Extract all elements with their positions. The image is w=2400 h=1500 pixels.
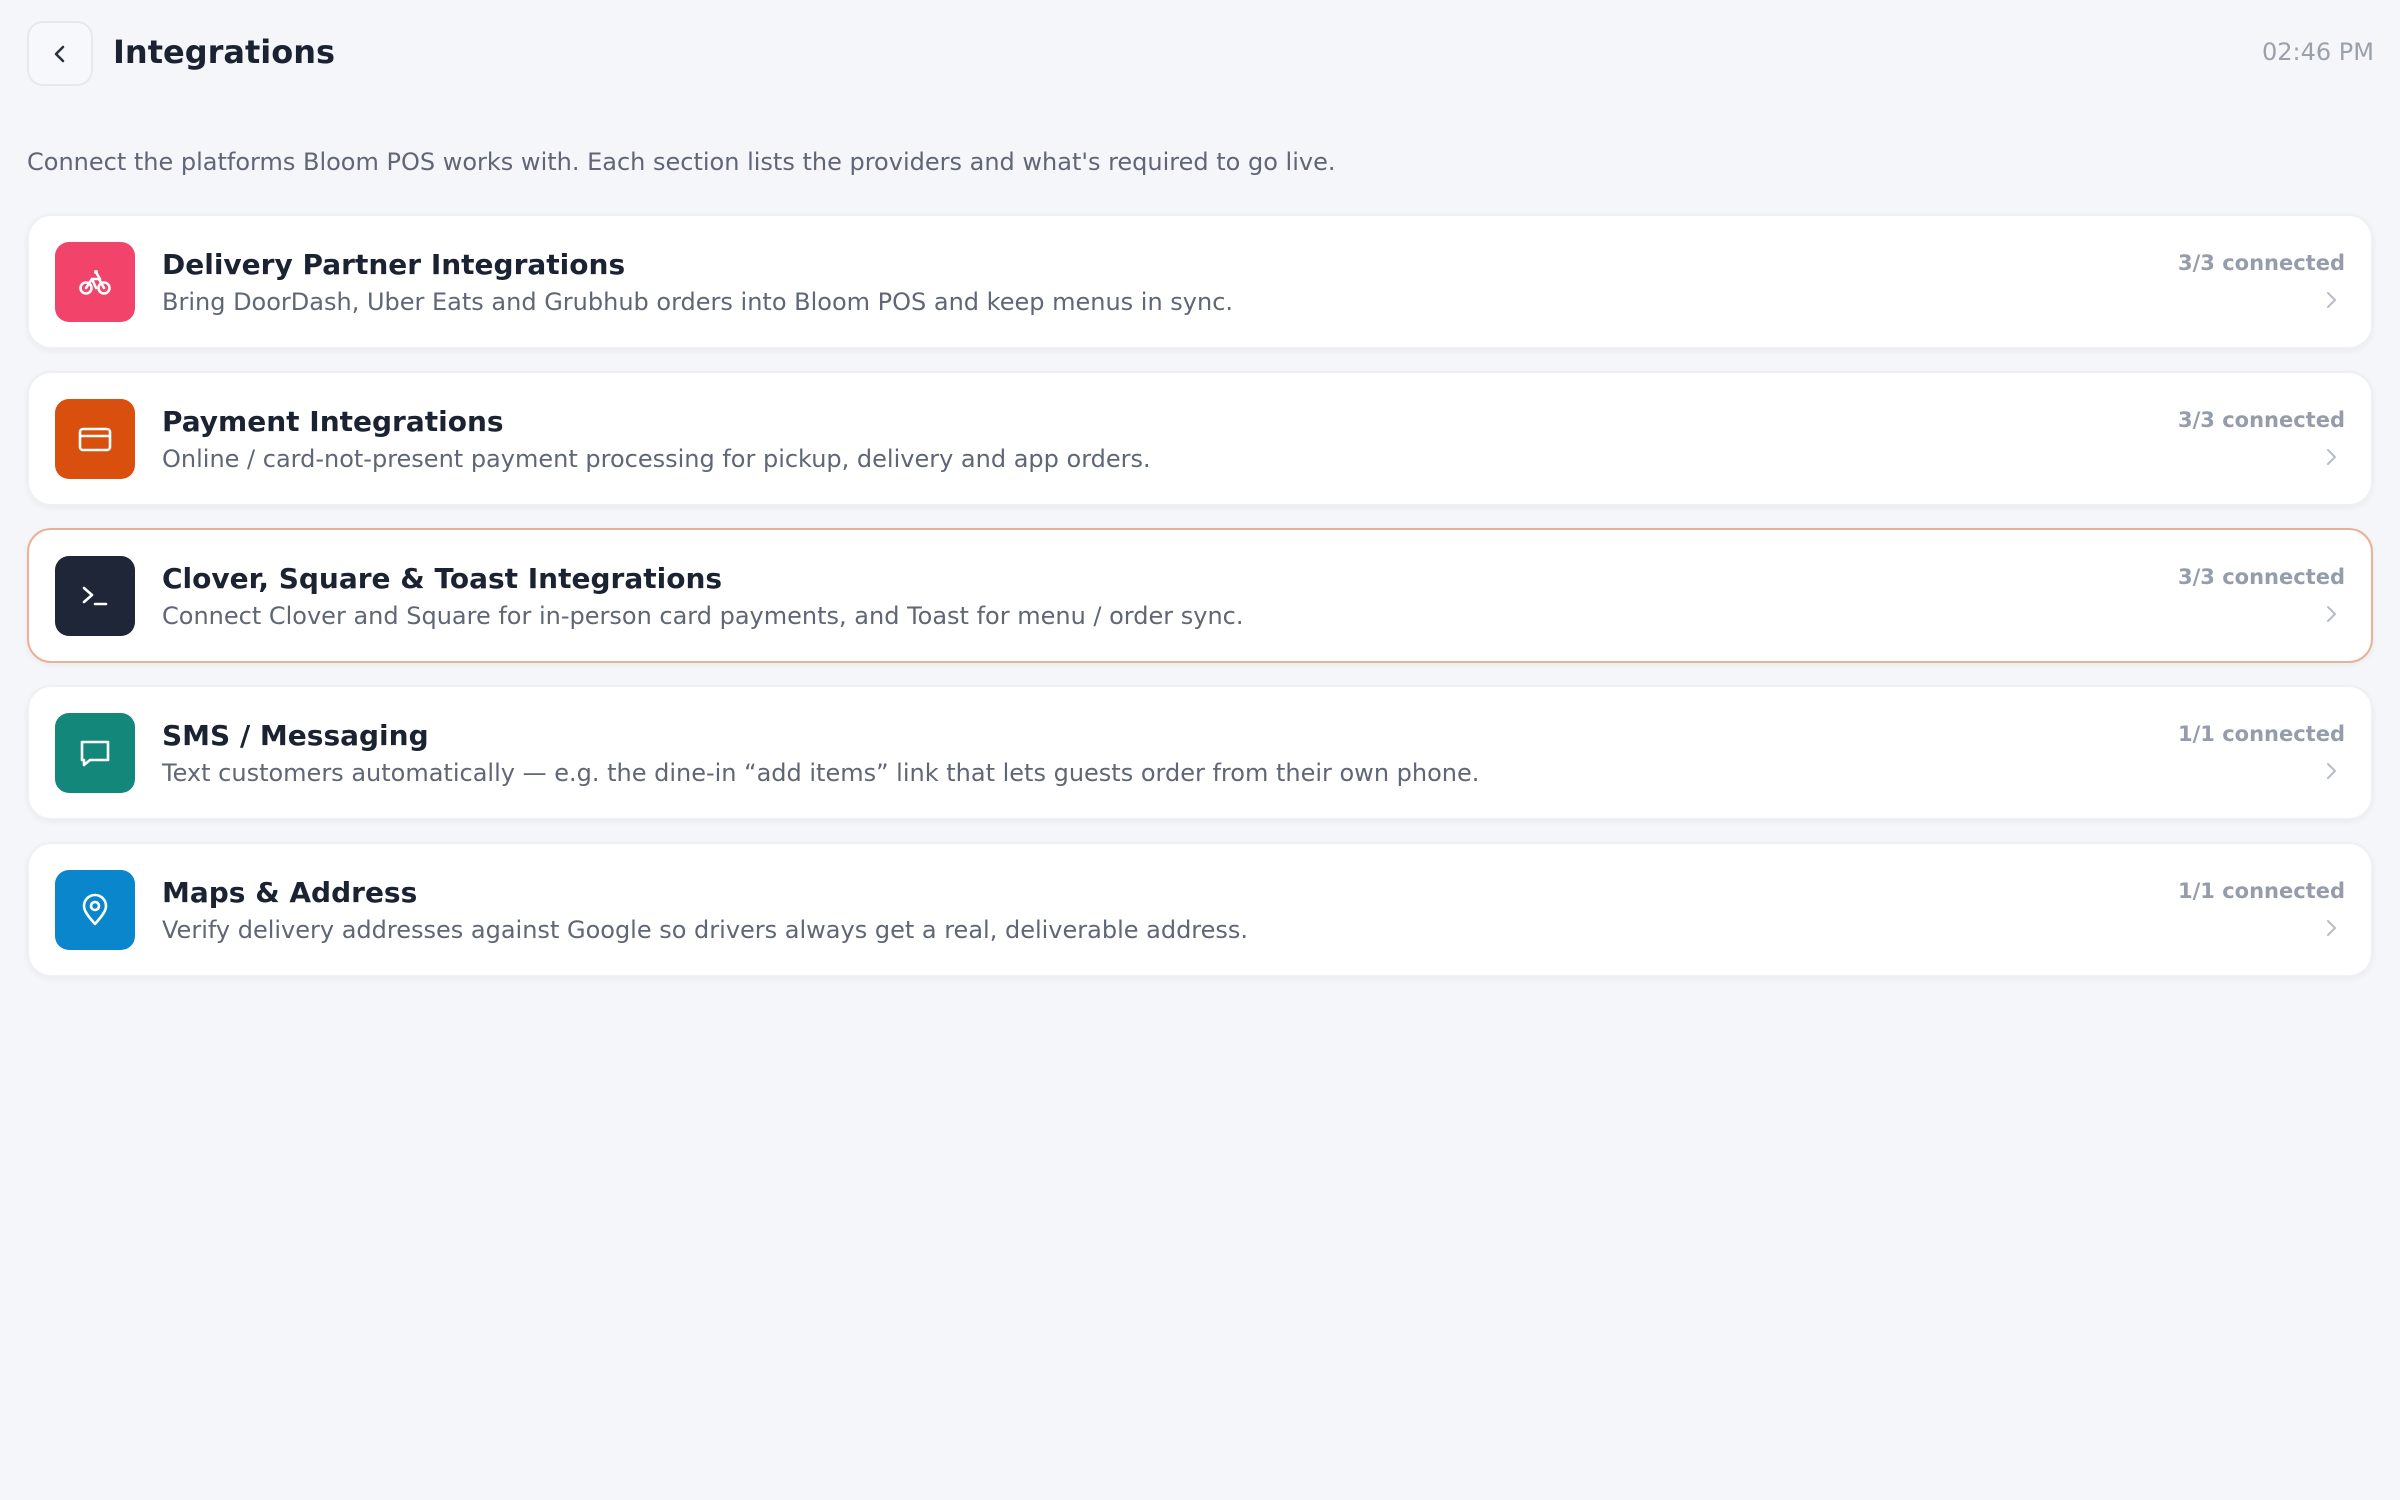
integration-card-payment[interactable]: Payment Integrations Online / card-not-p… — [27, 371, 2373, 506]
card-title: Delivery Partner Integrations — [162, 248, 626, 281]
connection-status: 1/1 connected — [2178, 722, 2345, 746]
card-title: Maps & Address — [162, 876, 418, 909]
connection-status: 3/3 connected — [2178, 565, 2345, 589]
page-title: Integrations — [113, 33, 336, 71]
connection-status: 3/3 connected — [2178, 251, 2345, 275]
top-bar: Integrations 02:46 PM — [0, 0, 2400, 104]
card-title: Payment Integrations — [162, 405, 504, 438]
chevron-right-icon — [2327, 606, 2336, 622]
map-pin-icon — [82, 893, 108, 926]
card-description: Connect Clover and Square for in-person … — [162, 602, 1244, 630]
card-title: Clover, Square & Toast Integrations — [162, 562, 723, 595]
integration-card-delivery[interactable]: Delivery Partner Integrations Bring Door… — [27, 214, 2373, 349]
chevron-right-icon — [2327, 763, 2336, 779]
terminal-icon — [82, 586, 108, 606]
chevron-right-icon — [2327, 920, 2336, 936]
credit-card-icon — [78, 427, 112, 452]
chevron-right-icon — [2327, 449, 2336, 465]
sms-icon-tile — [55, 713, 135, 793]
card-description: Text customers automatically — e.g. the … — [162, 759, 1480, 787]
connection-status: 1/1 connected — [2178, 879, 2345, 903]
card-description: Verify delivery addresses against Google… — [162, 916, 1249, 944]
pos-icon-tile — [55, 556, 135, 636]
page-description: Connect the platforms Bloom POS works wi… — [27, 148, 1336, 176]
integration-list: Delivery Partner Integrations Bring Door… — [27, 214, 2373, 999]
back-button[interactable] — [27, 21, 93, 86]
integration-card-pos[interactable]: Clover, Square & Toast Integrations Conn… — [27, 528, 2373, 663]
card-description: Online / card-not-present payment proces… — [162, 445, 1151, 473]
chevron-left-icon — [54, 45, 65, 62]
message-icon — [80, 740, 110, 767]
maps-icon-tile — [55, 870, 135, 950]
card-title: SMS / Messaging — [162, 719, 429, 752]
bike-icon — [79, 270, 111, 295]
chevron-right-icon — [2327, 292, 2336, 308]
integration-card-maps[interactable]: Maps & Address Verify delivery addresses… — [27, 842, 2373, 977]
card-description: Bring DoorDash, Uber Eats and Grubhub or… — [162, 288, 1234, 316]
integration-card-sms[interactable]: SMS / Messaging Text customers automatic… — [27, 685, 2373, 820]
payment-icon-tile — [55, 399, 135, 479]
delivery-icon-tile — [55, 242, 135, 322]
connection-status: 3/3 connected — [2178, 408, 2345, 432]
clock: 02:46 PM — [2262, 38, 2374, 66]
